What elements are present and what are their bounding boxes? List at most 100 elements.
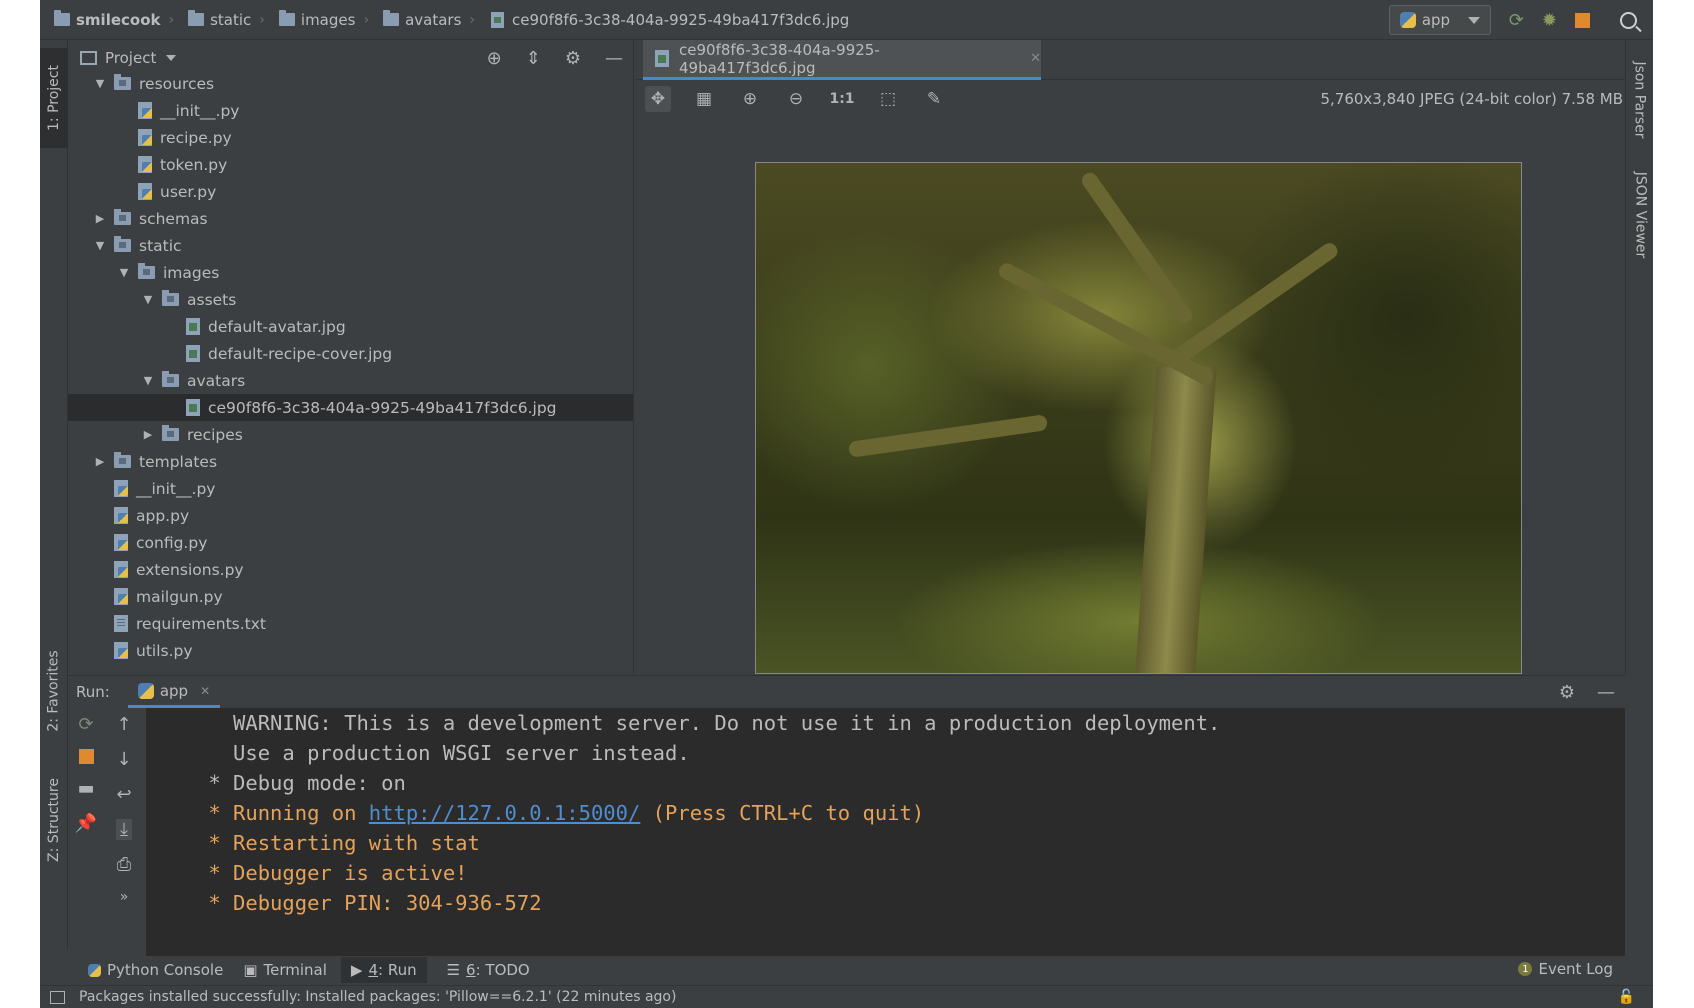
console-line: * Running on http://127.0.0.1:5000/ (Pre… — [196, 801, 925, 825]
tree-item[interactable]: __init__.py — [68, 97, 633, 124]
tree-item[interactable]: ce90f8f6-3c38-404a-9925-49ba417f3dc6.jpg — [68, 394, 633, 421]
restore-layout-icon[interactable]: ▬ — [77, 778, 94, 799]
tool-window-bar: Python Console ▣ Terminal ▶ 4: Run ☰ 6: … — [68, 955, 1653, 985]
grid-icon[interactable]: ▦ — [691, 86, 717, 112]
tool-windows-icon[interactable] — [50, 990, 65, 1004]
chevron-down-icon[interactable]: ▼ — [118, 266, 130, 279]
tab-run[interactable]: ▶ 4: Run — [340, 957, 427, 983]
tree-item[interactable]: app.py — [68, 502, 633, 529]
rerun-icon[interactable]: ⟳ — [78, 714, 93, 735]
project-panel-tools: ⊕ ⇕ ⚙ — — [487, 48, 623, 69]
tree-item[interactable]: ▼ static — [68, 232, 633, 259]
tab-project[interactable]: 1: Project — [40, 48, 68, 148]
up-arrow-icon[interactable]: ↑ — [116, 714, 131, 735]
gear-icon[interactable]: ⚙ — [1559, 682, 1575, 703]
chevron-down-icon[interactable]: ▼ — [142, 374, 154, 387]
run-icon: ▶ — [350, 961, 363, 979]
tree-item[interactable]: mailgun.py — [68, 583, 633, 610]
more-icon[interactable]: » — [120, 889, 129, 905]
tree-item[interactable]: user.py — [68, 178, 633, 205]
tree-item[interactable]: extensions.py — [68, 556, 633, 583]
project-icon — [80, 51, 97, 65]
tree-item[interactable]: __init__.py — [68, 475, 633, 502]
stop-icon[interactable] — [78, 749, 94, 764]
hide-icon[interactable]: — — [1597, 682, 1615, 703]
image-canvas — [635, 118, 1625, 675]
chevron-right-icon[interactable]: ▶ — [94, 455, 106, 468]
tree-item[interactable]: ▼ resources — [68, 70, 633, 97]
fit-to-window-icon[interactable]: ✥ — [645, 86, 671, 112]
soft-wrap-icon[interactable]: ↩ — [116, 784, 131, 805]
console-line: Use a production WSGI server instead. — [196, 741, 690, 765]
tree-item[interactable]: ▼ images — [68, 259, 633, 286]
chessboard-icon[interactable]: ⬚ — [875, 86, 901, 112]
tree-item[interactable]: utils.py — [68, 637, 633, 664]
zoom-in-icon[interactable]: ⊕ — [737, 86, 763, 112]
tree-item[interactable]: ▼ assets — [68, 286, 633, 313]
event-log-button[interactable]: 1 Event Log — [1518, 960, 1613, 978]
tree-branch — [995, 260, 1216, 388]
tree-item[interactable]: requirements.txt — [68, 610, 633, 637]
image-file-icon — [186, 399, 200, 416]
run-tab-app[interactable]: app ✕ — [127, 676, 221, 708]
chevron-down-icon[interactable]: ▼ — [142, 293, 154, 306]
tab-json-viewer[interactable]: JSON Viewer — [1626, 160, 1654, 270]
chevron-right-icon[interactable]: ▶ — [142, 428, 154, 441]
breadcrumb-file[interactable]: ce90f8f6-3c38-404a-9925-49ba417f3dc6.jpg — [475, 11, 849, 29]
color-picker-icon[interactable]: ✎ — [921, 86, 947, 112]
breadcrumb-item[interactable]: static › — [174, 10, 265, 29]
breadcrumb-item[interactable]: images › — [265, 10, 369, 29]
tree-item[interactable]: default-avatar.jpg — [68, 313, 633, 340]
stop-icon[interactable] — [1575, 12, 1590, 28]
folder-icon — [188, 10, 205, 26]
lock-icon[interactable]: 🔓 — [1618, 989, 1635, 1005]
run-configuration-select[interactable]: app — [1388, 5, 1491, 35]
tab-structure[interactable]: Z: Structure — [40, 760, 68, 880]
print-icon[interactable]: ⎙ — [117, 854, 131, 875]
folder-icon — [162, 371, 179, 387]
run-console[interactable]: WARNING: This is a development server. D… — [146, 708, 1625, 956]
gear-icon[interactable]: ⚙ — [565, 48, 581, 69]
tree-item[interactable]: ▼ avatars — [68, 367, 633, 394]
close-icon[interactable]: ✕ — [200, 684, 210, 698]
tree-item[interactable]: ▶ templates — [68, 448, 633, 475]
close-icon[interactable]: ✕ — [1030, 51, 1041, 66]
tree-branch — [1167, 239, 1341, 368]
collapse-all-icon[interactable]: ⇕ — [526, 48, 541, 69]
folder-icon — [383, 10, 400, 26]
breadcrumb-item[interactable]: avatars › — [369, 10, 475, 29]
rerun-icon[interactable]: ⟳ — [1509, 10, 1524, 31]
locate-icon[interactable]: ⊕ — [487, 48, 502, 69]
search-icon[interactable] — [1620, 11, 1637, 29]
tree-item[interactable]: ▶ schemas — [68, 205, 633, 232]
tab-json-parser[interactable]: Json Parser — [1626, 50, 1654, 150]
server-url-link[interactable]: http://127.0.0.1:5000/ — [369, 801, 641, 825]
chevron-down-icon[interactable]: ▼ — [94, 77, 106, 90]
editor-tab-image[interactable]: ce90f8f6-3c38-404a-9925-49ba417f3dc6.jpg… — [643, 40, 1041, 80]
debug-icon[interactable]: ✹ — [1542, 10, 1557, 31]
tree-trunk — [1135, 367, 1217, 673]
hide-icon[interactable]: — — [605, 48, 623, 69]
breadcrumb-item[interactable]: smilecook › — [40, 10, 174, 29]
python-file-icon — [114, 480, 128, 497]
pin-icon[interactable]: 📌 — [75, 813, 97, 834]
down-arrow-icon[interactable]: ↓ — [116, 749, 131, 770]
tree-item[interactable]: ▶ recipes — [68, 421, 633, 448]
scroll-to-end-icon[interactable]: ⤓ — [116, 819, 132, 840]
run-side-toolbar: ⟳ ▬ 📌 ↑ ↓ ↩ ⤓ ⎙ » — [68, 708, 146, 956]
tree-item[interactable]: config.py — [68, 529, 633, 556]
chevron-down-icon[interactable]: ▼ — [94, 239, 106, 252]
tree-item[interactable]: token.py — [68, 151, 633, 178]
chevron-right-icon[interactable]: ▶ — [94, 212, 106, 225]
tab-terminal[interactable]: ▣ Terminal — [243, 961, 327, 979]
tree-item[interactable]: recipe.py — [68, 124, 633, 151]
zoom-out-icon[interactable]: ⊖ — [783, 86, 809, 112]
python-file-icon — [114, 642, 128, 659]
status-message[interactable]: Packages installed successfully: Install… — [79, 989, 676, 1005]
tab-python-console[interactable]: Python Console — [88, 961, 223, 979]
tab-todo[interactable]: ☰ 6: TODO — [447, 961, 530, 979]
run-panel-tools: ⚙ — — [1559, 682, 1615, 703]
tab-favorites[interactable]: 2: Favorites — [40, 636, 68, 746]
actual-size-button[interactable]: 1:1 — [829, 86, 855, 112]
tree-item[interactable]: default-recipe-cover.jpg — [68, 340, 633, 367]
